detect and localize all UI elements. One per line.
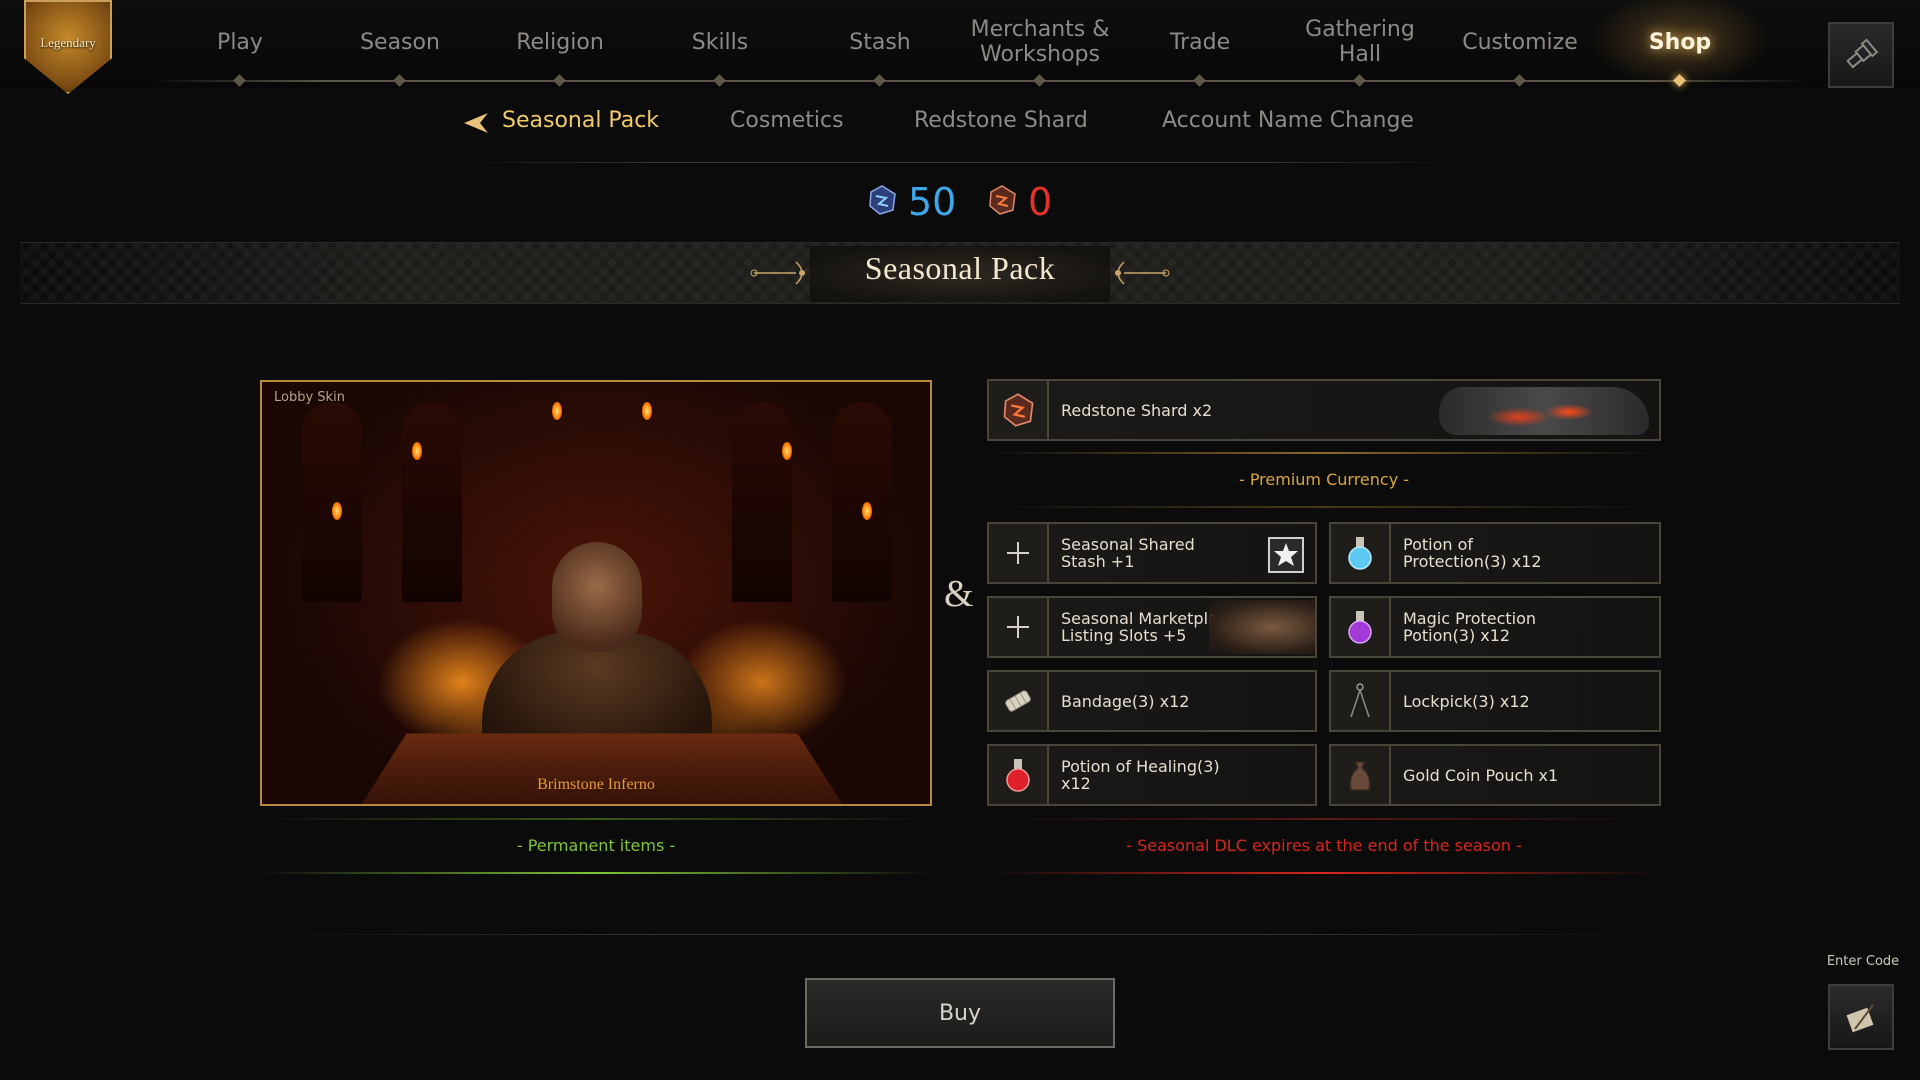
blue-shard-icon (866, 184, 898, 216)
item-card-bandage[interactable]: Bandage(3) x12 (987, 670, 1317, 732)
scroll-quill-icon (1841, 997, 1881, 1037)
card-icon-slot (989, 672, 1049, 730)
torch-icon (642, 402, 652, 420)
card-icon-slot (1331, 746, 1391, 804)
item-card-lockpick[interactable]: Lockpick(3) x12 (1329, 670, 1661, 732)
torch-icon (332, 502, 342, 520)
torch-icon (412, 442, 422, 460)
item-card-redstone-shard[interactable]: Redstone Shard x2 (987, 379, 1661, 441)
scene-arch (402, 402, 462, 602)
purple-potion-icon (1345, 609, 1375, 645)
card-label: Potion of Healing(3) x12 (1049, 758, 1220, 792)
nav-skills[interactable]: Skills (640, 12, 800, 72)
nav-trade[interactable]: Trade (1120, 12, 1280, 72)
nav-shop[interactable]: Shop (1600, 12, 1760, 72)
card-label: Gold Coin Pouch x1 (1391, 767, 1558, 784)
item-card-potion-of-healing[interactable]: Potion of Healing(3) x12 (987, 744, 1317, 806)
card-label: Seasonal Shared Stash +1 (1049, 536, 1195, 570)
enter-code-button[interactable] (1828, 984, 1894, 1050)
card-label: Bandage(3) x12 (1049, 693, 1189, 710)
spyglass-icon (1841, 35, 1881, 75)
nav-customize[interactable]: Customize (1440, 12, 1600, 72)
subtab-account-name-change[interactable]: Account Name Change (1162, 108, 1414, 138)
torch-icon (862, 502, 872, 520)
nav-season[interactable]: Season (320, 12, 480, 72)
preview-type-label: Lobby Skin (274, 390, 345, 405)
nav-play[interactable]: Play (160, 12, 320, 72)
permanent-items-caption: - Permanent items - (260, 836, 932, 855)
item-card-potion-of-protection[interactable]: Potion of Protection(3) x12 (1329, 522, 1661, 584)
spyglass-button[interactable] (1828, 22, 1894, 88)
preview-scene (262, 382, 930, 804)
redstone-shard-icon (1000, 392, 1036, 428)
seasonal-divider-bottom (987, 872, 1661, 874)
lobby-skin-preview[interactable]: Lobby Skin Brimstone Inferno (260, 380, 932, 806)
item-card-seasonal-marketplace-slots[interactable]: Seasonal Marketplace Listing Slots +5 (987, 596, 1317, 658)
red-potion-icon (1003, 757, 1033, 793)
merchant-portrait (1209, 600, 1315, 654)
scene-table (351, 734, 854, 806)
card-icon-slot (989, 524, 1049, 582)
ampersand: & (944, 572, 974, 616)
coin-pouch-icon (1345, 756, 1375, 794)
nav-religion[interactable]: Religion (480, 12, 640, 72)
lockpick-icon (1345, 681, 1375, 721)
permanent-divider-bottom (260, 872, 932, 874)
banner-right-ornament-icon (1100, 258, 1170, 288)
bandage-icon (1000, 683, 1036, 719)
item-card-gold-coin-pouch[interactable]: Gold Coin Pouch x1 (1329, 744, 1661, 806)
card-icon-slot (989, 381, 1049, 439)
scene-arch (732, 402, 792, 602)
nav-merchants-workshops[interactable]: Merchants & Workshops (960, 12, 1120, 72)
premium-divider-bottom (987, 506, 1661, 508)
footer-divider (240, 934, 1680, 935)
rank-badge-label: Legendary (26, 35, 110, 51)
card-icon-slot (989, 746, 1049, 804)
scene-arch (302, 402, 362, 602)
card-icon-slot (1331, 598, 1391, 656)
plus-icon (1003, 612, 1033, 642)
card-icon-slot (1331, 672, 1391, 730)
nav-gathering-hall[interactable]: Gathering Hall (1280, 12, 1440, 72)
item-card-magic-protection-potion[interactable]: Magic Protection Potion(3) x12 (1329, 596, 1661, 658)
premium-divider-top (987, 452, 1661, 454)
card-label: Lockpick(3) x12 (1391, 693, 1530, 710)
subtab-divider (455, 162, 1465, 163)
premium-currency-caption: - Premium Currency - (987, 470, 1661, 489)
plus-icon (1003, 538, 1033, 568)
blue-potion-icon (1345, 535, 1375, 571)
character-head (552, 542, 642, 652)
enter-code-label: Enter Code (1820, 954, 1906, 969)
redstone-shard-icon (986, 184, 1018, 216)
card-icon-slot (1331, 524, 1391, 582)
blue-currency-value: 50 (908, 180, 956, 224)
subtab-redstone-shard[interactable]: Redstone Shard (914, 108, 1088, 138)
nav-stash[interactable]: Stash (800, 12, 960, 72)
redstone-shard-art (1439, 387, 1649, 435)
subtab-cosmetics[interactable]: Cosmetics (730, 108, 844, 138)
torch-icon (552, 402, 562, 420)
permanent-divider-top (260, 818, 932, 820)
seasonal-divider-top (987, 818, 1661, 820)
active-tab-arrow-icon (462, 110, 490, 136)
subtab-seasonal-pack[interactable]: Seasonal Pack (502, 108, 659, 138)
star-stash-icon (1267, 536, 1305, 574)
card-label: Redstone Shard x2 (1049, 402, 1212, 419)
card-icon-slot (989, 598, 1049, 656)
red-currency-value: 0 (1028, 180, 1052, 224)
item-card-seasonal-shared-stash[interactable]: Seasonal Shared Stash +1 (987, 522, 1317, 584)
card-label: Potion of Protection(3) x12 (1391, 536, 1542, 570)
torch-icon (782, 442, 792, 460)
preview-skin-name: Brimstone Inferno (262, 776, 930, 794)
seasonal-expiry-caption: - Seasonal DLC expires at the end of the… (987, 836, 1661, 855)
card-label: Magic Protection Potion(3) x12 (1391, 610, 1536, 644)
buy-button[interactable]: Buy (805, 978, 1115, 1048)
scene-arch (832, 402, 892, 602)
